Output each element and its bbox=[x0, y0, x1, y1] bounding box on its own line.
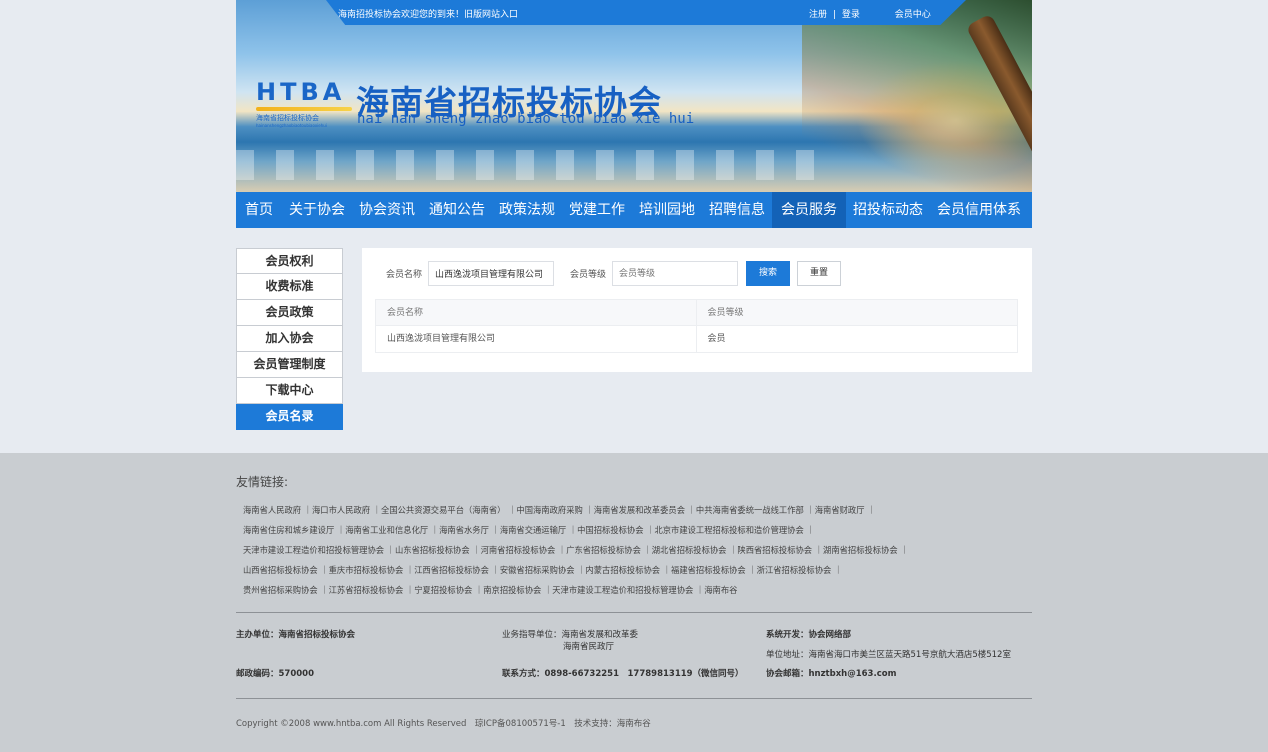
side-item-rights[interactable]: 会员权利 bbox=[236, 248, 343, 274]
site-logo[interactable]: HTBA 海南省招标投标协会 hainanshengzhaobiaotoubia… bbox=[256, 78, 352, 128]
logo-subtitle: 海南省招标投标协会 bbox=[256, 114, 319, 122]
member-level-cell: 会员 bbox=[707, 334, 726, 344]
member-center-link[interactable]: 会员中心 bbox=[895, 7, 931, 20]
friendly-links-row[interactable]: 山西省招标投标协会 ｜重庆市招标投标协会 ｜江西省招标投标协会 ｜安徽省招标采购… bbox=[243, 560, 1043, 580]
nav-item-notices[interactable]: 通知公告 bbox=[422, 192, 492, 228]
column-header-name: 会员名称 bbox=[376, 300, 697, 325]
nav-item-member-services[interactable]: 会员服务 bbox=[772, 192, 846, 228]
reset-button[interactable]: 重置 bbox=[797, 261, 842, 286]
column-header-level: 会员等级 bbox=[707, 308, 744, 318]
table-header-row: 会员名称 会员等级 bbox=[376, 300, 1017, 326]
side-item-member-list[interactable]: 会员名录 bbox=[236, 404, 343, 430]
footer-divider bbox=[236, 698, 1032, 699]
site-title-pinyin: hai nan sheng zhao biao tou biao xie hui bbox=[357, 111, 695, 127]
friendly-links-row[interactable]: 天津市建设工程造价和招投标管理协会 ｜山东省招标投标协会 ｜河南省招标投标协会 … bbox=[243, 540, 1043, 560]
side-menu: 会员权利 收费标准 会员政策 加入协会 会员管理制度 下载中心 会员名录 bbox=[236, 248, 343, 430]
friendly-links-title: 友情链接: bbox=[236, 475, 289, 489]
nav-item-bidding-news[interactable]: 招投标动态 bbox=[846, 192, 930, 228]
search-button[interactable]: 搜索 bbox=[746, 261, 791, 286]
side-item-policy[interactable]: 会员政策 bbox=[236, 300, 343, 326]
link-divider: | bbox=[832, 10, 836, 20]
postcode: 邮政编码：570000 bbox=[236, 669, 314, 679]
nav-item-about[interactable]: 关于协会 bbox=[282, 192, 352, 228]
table-row: 山西逸泷项目管理有限公司 会员 bbox=[376, 326, 1017, 352]
side-item-downloads[interactable]: 下载中心 bbox=[236, 378, 343, 404]
logo-letters: HTBA bbox=[256, 78, 346, 106]
account-links: 注册 | 登录 会员中心 bbox=[809, 7, 931, 20]
system-developer: 系统开发：协会网络部 bbox=[766, 630, 852, 640]
nav-item-jobs[interactable]: 招聘信息 bbox=[702, 192, 772, 228]
nav-item-party[interactable]: 党建工作 bbox=[562, 192, 632, 228]
side-item-fees[interactable]: 收费标准 bbox=[236, 274, 343, 300]
logo-subtitle-pinyin: hainanshengzhaobiaotoubiaoxiehui bbox=[256, 123, 327, 128]
copyright: Copyright ©2008 www.hntba.com All Rights… bbox=[236, 719, 651, 729]
side-item-management[interactable]: 会员管理制度 bbox=[236, 352, 343, 378]
register-link[interactable]: 注册 bbox=[809, 7, 827, 20]
friendly-links: 海南省人民政府 ｜海口市人民政府 ｜全国公共资源交易平台（海南省） ｜中国海南政… bbox=[243, 500, 1043, 600]
main-nav: 首页 关于协会 协会资讯 通知公告 政策法规 党建工作 培训园地 招聘信息 会员… bbox=[236, 192, 1032, 228]
search-form: 会员名称 会员等级 搜索 重置 bbox=[386, 261, 842, 286]
sea-waves bbox=[236, 150, 836, 180]
side-item-join[interactable]: 加入协会 bbox=[236, 326, 343, 352]
email[interactable]: 协会邮箱：hnztbxh@163.com bbox=[766, 667, 896, 679]
guide-unit-2: 海南省民政厅 bbox=[563, 642, 615, 652]
nav-item-policies[interactable]: 政策法规 bbox=[492, 192, 562, 228]
member-level-input[interactable] bbox=[612, 261, 739, 286]
friendly-links-row[interactable]: 海南省住房和城乡建设厅 ｜海南省工业和信息化厅 ｜海南省水务厅 ｜海南省交通运输… bbox=[243, 520, 1043, 540]
nav-item-news[interactable]: 协会资讯 bbox=[352, 192, 422, 228]
member-name-input[interactable] bbox=[428, 261, 555, 286]
site-footer: 友情链接: 海南省人民政府 ｜海口市人民政府 ｜全国公共资源交易平台（海南省） … bbox=[0, 453, 1268, 752]
member-table: 会员名称 会员等级 山西逸泷项目管理有限公司 会员 bbox=[375, 299, 1018, 353]
nav-item-credit-system[interactable]: 会员信用体系 bbox=[930, 192, 1028, 228]
member-level-label: 会员等级 bbox=[570, 270, 607, 280]
member-name-label: 会员名称 bbox=[386, 270, 423, 280]
site-header: 海南招投标协会欢迎您的到来！旧版网站入口 注册 | 登录 会员中心 HTBA 海… bbox=[236, 0, 1032, 228]
host-unit: 主办单位：海南省招标投标协会 bbox=[236, 630, 356, 640]
guide-unit: 业务指导单位：海南省发展和改革委 bbox=[502, 630, 639, 640]
nav-item-training[interactable]: 培训园地 bbox=[632, 192, 702, 228]
login-link[interactable]: 登录 bbox=[842, 7, 860, 20]
member-name-cell: 山西逸泷项目管理有限公司 bbox=[376, 326, 697, 352]
logo-underline bbox=[256, 107, 352, 111]
contact: 联系方式：0898-66732251 17789813119（微信同号） bbox=[502, 669, 744, 679]
nav-item-home[interactable]: 首页 bbox=[236, 192, 282, 228]
footer-divider bbox=[236, 612, 1032, 613]
friendly-links-row[interactable]: 海南省人民政府 ｜海口市人民政府 ｜全国公共资源交易平台（海南省） ｜中国海南政… bbox=[243, 500, 1043, 520]
member-list-panel: 会员名称 会员等级 搜索 重置 会员名称 会员等级 山西逸泷项目管理有限公司 会… bbox=[362, 248, 1032, 372]
welcome-link[interactable]: 海南招投标协会欢迎您的到来！旧版网站入口 bbox=[338, 7, 518, 20]
friendly-links-row[interactable]: 贵州省招标采购协会 ｜江苏省招标投标协会 ｜宁夏招投标协会 ｜南京招投标协会 ｜… bbox=[243, 580, 1043, 600]
address: 单位地址：海南省海口市美兰区蓝天路51号京航大酒店5楼512室 bbox=[766, 650, 1011, 660]
